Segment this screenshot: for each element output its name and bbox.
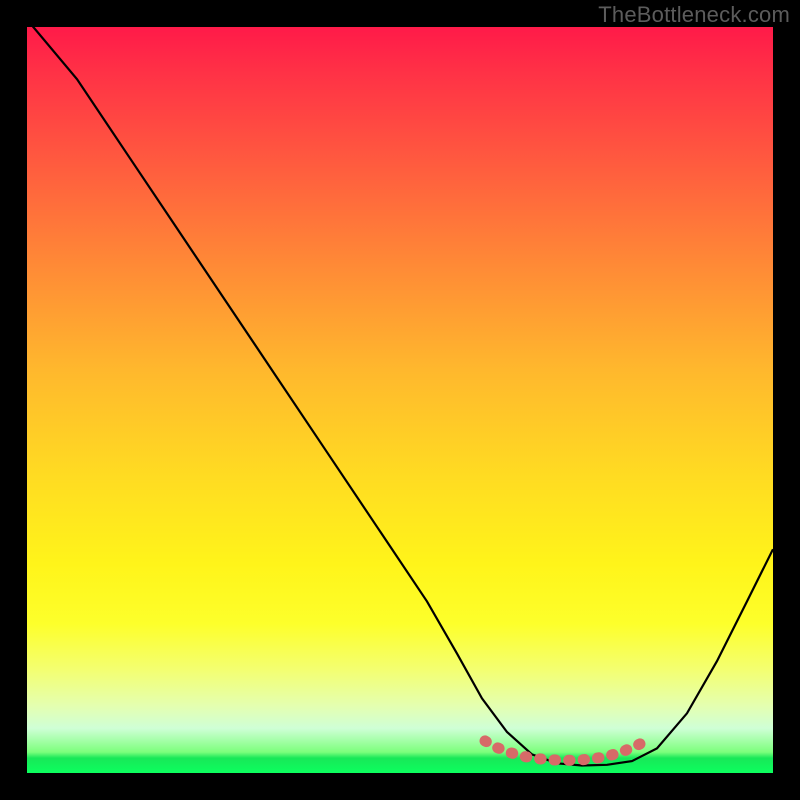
- bottleneck-curve-path: [27, 27, 773, 766]
- chart-stage: TheBottleneck.com: [0, 0, 800, 800]
- basin-marker-path: [485, 739, 649, 760]
- curve-svg: [27, 27, 773, 773]
- watermark-text: TheBottleneck.com: [598, 2, 790, 28]
- plot-area: [27, 27, 773, 773]
